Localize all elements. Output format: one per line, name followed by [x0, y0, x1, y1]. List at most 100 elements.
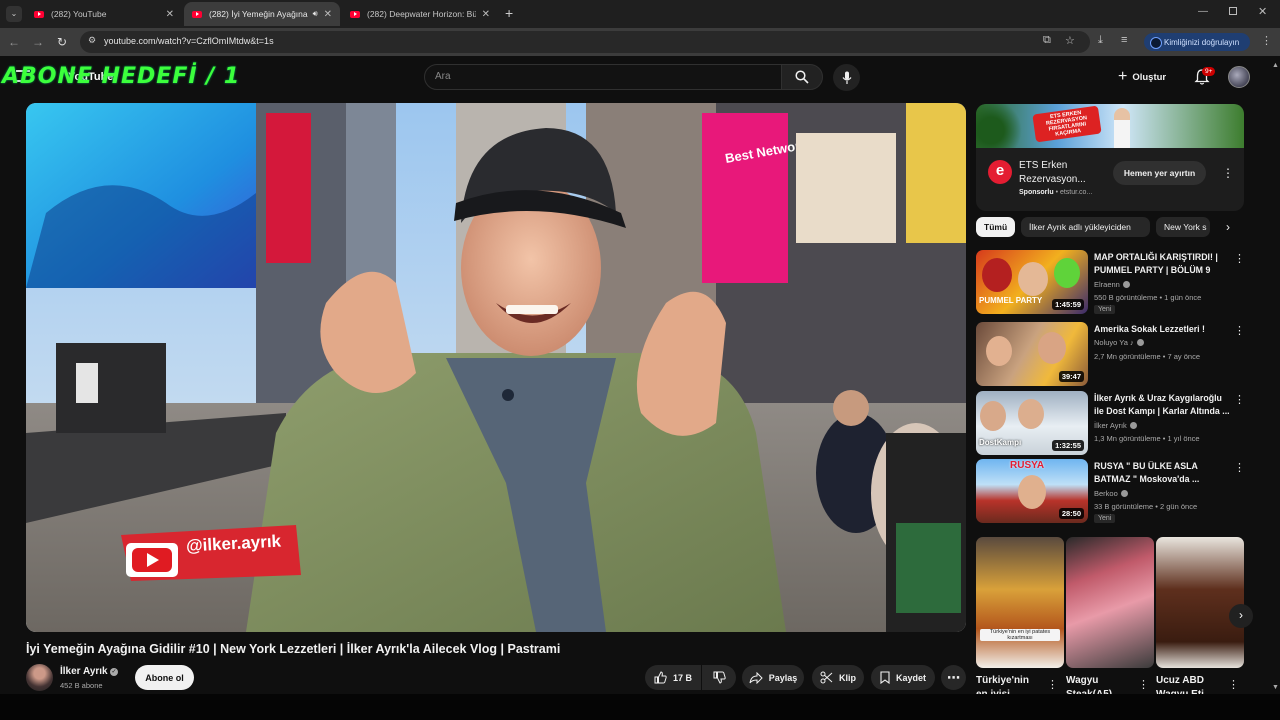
like-button[interactable]: 17 B	[645, 665, 701, 690]
video-title[interactable]: RUSYA " BU ÜLKE ASLA BATMAZ " Moskova'da…	[1094, 460, 1230, 486]
tab-search-icon[interactable]: ⌄	[6, 6, 22, 22]
video-duration: 1:32:55	[1052, 440, 1084, 451]
channel-name[interactable]: Berkoo	[1094, 489, 1128, 498]
scroll-down-arrow-icon[interactable]: ▼	[1272, 684, 1279, 691]
share-button[interactable]: Paylaş	[742, 665, 804, 690]
maximize-window-icon[interactable]	[1229, 7, 1237, 15]
video-thumbnail[interactable]: PUMMEL PARTY 1:45:59	[976, 250, 1088, 314]
audio-speaker-icon[interactable]: 🔊︎	[313, 9, 318, 19]
video-title[interactable]: MAP ORTALIĞI KARIŞTIRDI! | PUMMEL PARTY …	[1094, 251, 1230, 277]
save-button[interactable]: Kaydet	[871, 665, 935, 690]
recommended-video[interactable]: DostKampı 1:32:55 İlker Ayrık & Uraz Kay…	[976, 391, 1245, 455]
new-tab-button[interactable]: +	[505, 5, 513, 21]
close-window-icon[interactable]: ✕	[1258, 5, 1267, 18]
subscriber-count: 452 B abone	[60, 681, 103, 690]
chevron-right-icon[interactable]: ›	[1219, 220, 1237, 238]
video-thumbnail[interactable]: 39:47	[976, 322, 1088, 386]
ad-more-icon[interactable]: ⋮	[1222, 166, 1234, 180]
short-title[interactable]: Wagyu Steak(A5)	[1066, 674, 1126, 694]
tab-label: (282) YouTube	[51, 9, 107, 19]
account-avatar[interactable]	[1228, 66, 1250, 88]
verified-check-icon	[1129, 422, 1137, 429]
open-in-app-icon[interactable]: ⧉	[1043, 34, 1051, 47]
more-vertical-icon[interactable]: ⋮	[1234, 324, 1245, 337]
more-vertical-icon[interactable]: ⋮	[1047, 678, 1058, 691]
chip-new-york[interactable]: New York s	[1156, 217, 1210, 237]
ad-title[interactable]: ETS Erken Rezervasyon...	[1019, 159, 1099, 186]
page-scrollbar[interactable]	[1270, 60, 1278, 694]
search-icon	[795, 70, 809, 84]
save-label: Kaydet	[895, 672, 926, 683]
recommended-video[interactable]: RUSYA 28:50 RUSYA " BU ÜLKE ASLA BATMAZ …	[976, 459, 1245, 523]
subscribe-button[interactable]: Abone ol	[135, 665, 194, 690]
video-thumbnail[interactable]: RUSYA 28:50	[976, 459, 1088, 523]
voice-search-button[interactable]	[833, 64, 860, 91]
verify-identity-button[interactable]: Kimliğinizi doğrulayın	[1144, 33, 1250, 51]
video-thumbnail[interactable]: DostKampı 1:32:55	[976, 391, 1088, 455]
browser-tab[interactable]: (282) YouTube ✕	[26, 2, 182, 26]
chip-from-uploader[interactable]: İlker Ayrık adlı yükleyiciden	[1021, 217, 1150, 237]
video-player[interactable]: Best Network @ilker.ayrık	[26, 103, 966, 632]
ad-card[interactable]: ETS ERKEN REZERVASYON FIRSATLARINI KAÇIR…	[976, 104, 1244, 211]
recommended-video[interactable]: PUMMEL PARTY 1:45:59 MAP ORTALIĞI KARIŞT…	[976, 250, 1245, 314]
short-title[interactable]: Ucuz ABD Wagyu Eti	[1156, 674, 1216, 694]
tab-close-icon[interactable]: ✕	[324, 9, 332, 20]
more-vertical-icon[interactable]: ⋮	[1234, 461, 1245, 474]
video-meta: 2,7 Mn görüntüleme • 7 ay önce	[1094, 352, 1201, 361]
back-arrow-icon[interactable]: ←	[7, 35, 21, 49]
media-queue-icon[interactable]: ≡	[1121, 34, 1127, 46]
reload-icon[interactable]: ↻	[55, 35, 69, 49]
share-arrow-icon	[749, 671, 763, 684]
thumbnail-alien	[1054, 258, 1080, 288]
more-vertical-icon[interactable]: ⋮	[1234, 252, 1245, 265]
channel-name[interactable]: Noluyo Ya ♪	[1094, 338, 1144, 347]
new-badge: Yeni	[1094, 305, 1116, 314]
short-thumbnail[interactable]: Türkiye'nin en iyi patates kızartması	[976, 537, 1064, 668]
chevron-right-icon[interactable]: ›	[1229, 604, 1253, 628]
more-vertical-icon[interactable]: ⋮	[1228, 678, 1239, 691]
minimize-window-icon[interactable]: —	[1198, 6, 1208, 17]
scroll-up-arrow-icon[interactable]: ▲	[1272, 62, 1279, 69]
search-button[interactable]	[781, 64, 823, 90]
browser-menu-icon[interactable]: ⋮	[1261, 34, 1272, 47]
more-vertical-icon[interactable]: ⋮	[1234, 393, 1245, 406]
channel-label: Noluyo Ya ♪	[1094, 338, 1134, 347]
tab-close-icon[interactable]: ✕	[482, 9, 490, 20]
channel-name[interactable]: İlker Ayrık	[60, 666, 108, 677]
ad-cta-button[interactable]: Hemen yer ayırtın	[1113, 161, 1206, 185]
bookmark-star-icon[interactable]: ☆	[1065, 34, 1075, 47]
browser-tab-active[interactable]: (282) İyi Yemeğin Ayağına G 🔊︎ ✕	[184, 2, 340, 26]
more-vertical-icon[interactable]: ⋮	[1138, 678, 1149, 691]
thumbnail-face	[986, 336, 1012, 366]
more-actions-button[interactable]: ⋯	[941, 665, 966, 690]
tab-label: (282) Deepwater Horizon: Büyü	[367, 9, 476, 19]
verified-check-icon	[1122, 281, 1130, 288]
share-label: Paylaş	[768, 672, 798, 683]
channel-name[interactable]: İlker Ayrık	[1094, 421, 1137, 430]
video-title[interactable]: Amerika Sokak Lezzetleri !	[1094, 323, 1230, 336]
video-title[interactable]: İlker Ayrık & Uraz Kaygılaroğlu ile Dost…	[1094, 392, 1230, 418]
short-thumbnail[interactable]	[1156, 537, 1244, 668]
tab-close-icon[interactable]: ✕	[166, 9, 174, 20]
recommended-video[interactable]: 39:47 Amerika Sokak Lezzetleri ! Noluyo …	[976, 322, 1245, 386]
site-info-icon[interactable]: ⚙︎	[88, 35, 96, 46]
download-icon[interactable]: ⤓	[1098, 34, 1103, 47]
thumbnail-face	[1018, 262, 1048, 296]
thumbnail-face	[980, 401, 1006, 431]
short-thumbnail[interactable]	[1066, 537, 1154, 668]
channel-name[interactable]: Elraenn	[1094, 280, 1130, 289]
forward-arrow-icon[interactable]: →	[31, 35, 45, 49]
search-input[interactable]: Ara	[424, 64, 782, 90]
chip-all[interactable]: Tümü	[976, 217, 1016, 237]
url-text[interactable]: youtube.com/watch?v=CzflOmIMtdw&t=1s	[104, 36, 274, 46]
channel-avatar[interactable]	[26, 664, 53, 691]
thumbnail-face	[1038, 332, 1066, 364]
dislike-button[interactable]	[702, 665, 736, 690]
browser-tab[interactable]: (282) Deepwater Horizon: Büyü ✕	[342, 2, 498, 26]
address-bar[interactable]: ⚙︎ youtube.com/watch?v=CzflOmIMtdw&t=1s	[80, 31, 1090, 53]
short-title[interactable]: Türkiye'nin en iyisi	[976, 674, 1036, 694]
clip-button[interactable]: Klip	[812, 665, 864, 690]
ad-banner-image[interactable]: ETS ERKEN REZERVASYON FIRSATLARINI KAÇIR…	[976, 104, 1244, 148]
microphone-icon	[842, 71, 851, 84]
create-button[interactable]: + Oluştur	[1118, 66, 1166, 88]
